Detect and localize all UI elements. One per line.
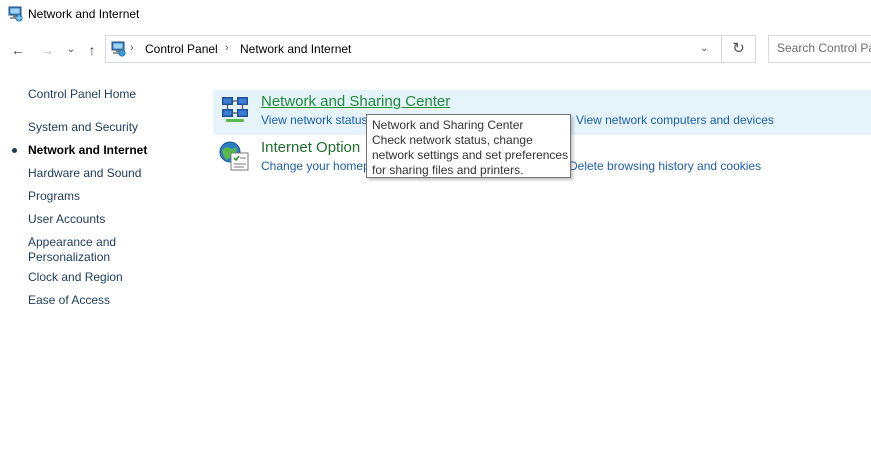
sidebar-item-label: Appearance and bbox=[28, 235, 117, 249]
forward-arrow-icon[interactable]: → bbox=[38, 42, 56, 58]
sidebar-item-hardware-sound[interactable]: Hardware and Sound bbox=[28, 166, 141, 181]
breadcrumb-control-panel[interactable]: Control Panel bbox=[145, 42, 218, 56]
view-network-status-link[interactable]: View network status bbox=[261, 113, 368, 127]
sidebar-item-appearance-personalization[interactable]: Appearance and Personalization bbox=[28, 235, 116, 265]
tooltip-line: Check network status, change bbox=[372, 133, 533, 147]
recent-locations-chevron-icon[interactable]: ⌄ bbox=[64, 42, 78, 58]
sidebar-item-user-accounts[interactable]: User Accounts bbox=[28, 212, 105, 227]
tooltip-line: Network and Sharing Center bbox=[372, 118, 524, 132]
network-sharing-center-link[interactable]: Network and Sharing Center bbox=[261, 93, 450, 110]
breadcrumb-separator-icon[interactable]: › bbox=[225, 42, 229, 54]
search-box[interactable] bbox=[768, 35, 871, 63]
control-panel-icon bbox=[110, 41, 126, 57]
sidebar-item-system-security[interactable]: System and Security bbox=[28, 120, 138, 135]
title-bar: Network and Internet bbox=[0, 0, 871, 30]
internet-options-icon[interactable] bbox=[218, 140, 250, 172]
up-arrow-icon[interactable]: ↑ bbox=[83, 42, 101, 58]
search-input[interactable] bbox=[777, 41, 871, 55]
sidebar-item-programs[interactable]: Programs bbox=[28, 189, 80, 204]
change-homepage-link[interactable]: Change your homep bbox=[261, 159, 370, 173]
tooltip-line: for sharing files and printers. bbox=[372, 163, 524, 177]
window-title: Network and Internet bbox=[28, 7, 140, 21]
selected-bullet-icon bbox=[12, 148, 17, 153]
sidebar-item-clock-region[interactable]: Clock and Region bbox=[28, 270, 123, 285]
internet-options-link[interactable]: Internet Option bbox=[261, 139, 360, 156]
refresh-icon[interactable]: ↻ bbox=[722, 35, 756, 63]
breadcrumb-separator-icon[interactable]: › bbox=[130, 42, 134, 54]
sidebar-control-panel-home[interactable]: Control Panel Home bbox=[28, 87, 136, 102]
network-sharing-center-icon[interactable] bbox=[220, 95, 250, 125]
breadcrumb-network-internet[interactable]: Network and Internet bbox=[240, 42, 351, 56]
back-arrow-icon[interactable]: ← bbox=[9, 42, 27, 58]
network-internet-icon bbox=[7, 6, 23, 22]
tooltip: Network and Sharing Center Check network… bbox=[366, 114, 571, 178]
sidebar-item-ease-of-access[interactable]: Ease of Access bbox=[28, 293, 110, 308]
address-dropdown-icon[interactable]: ⌄ bbox=[700, 43, 708, 54]
tooltip-line: network settings and set preferences bbox=[372, 148, 569, 162]
sidebar-item-network-internet: Network and Internet bbox=[28, 143, 148, 157]
delete-browsing-history-link[interactable]: Delete browsing history and cookies bbox=[569, 159, 761, 173]
address-bar[interactable]: › Control Panel › Network and Internet ⌄ bbox=[105, 35, 722, 63]
view-network-computers-link[interactable]: View network computers and devices bbox=[576, 113, 774, 127]
sidebar-item-label: Personalization bbox=[28, 250, 111, 264]
